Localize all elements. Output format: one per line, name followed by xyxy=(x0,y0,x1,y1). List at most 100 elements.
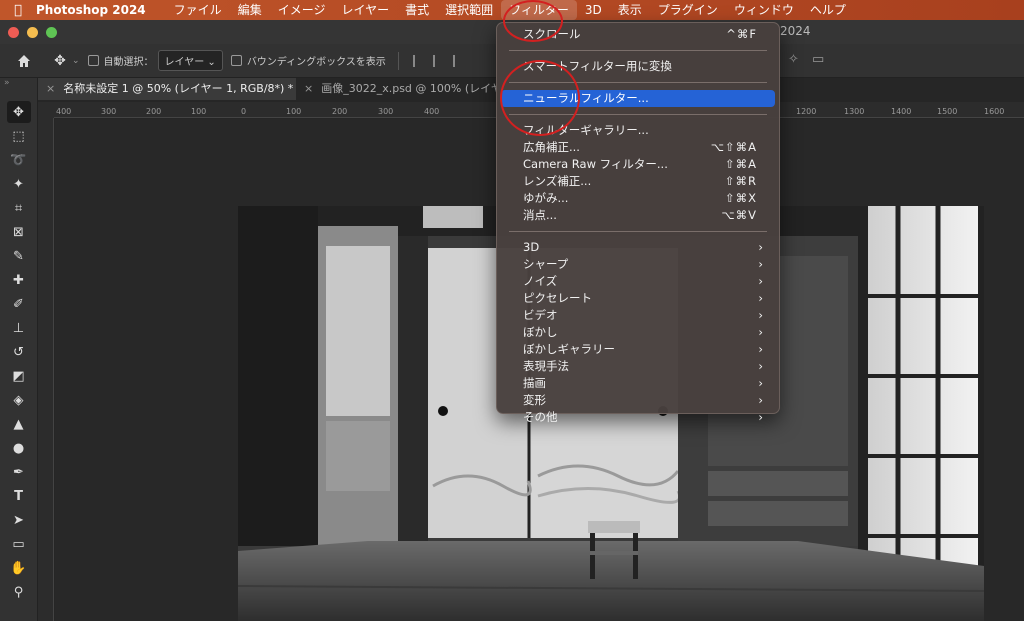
submenu-label: ぼかしギャラリー xyxy=(523,342,615,356)
bounding-box-label: バウンディングボックスを表示 xyxy=(246,57,386,68)
submenu-render[interactable]: 描画 › xyxy=(501,375,775,392)
layer-dropdown-value: レイヤー xyxy=(164,57,205,68)
crop-tool-icon[interactable]: ⌗ xyxy=(7,197,31,219)
align-right-icon[interactable] xyxy=(452,54,461,67)
hand-tool-icon[interactable]: ✋ xyxy=(7,557,31,579)
submenu-sharpen[interactable]: シャープ › xyxy=(501,256,775,273)
menu-type[interactable]: 書式 xyxy=(397,0,437,20)
move-tool-icon[interactable]: ✥ xyxy=(6,101,31,123)
menu-item-camera-raw[interactable]: Camera Raw フィルター... ⇧⌘A xyxy=(501,156,775,173)
ruler-tick: 1200 xyxy=(796,107,817,116)
auto-select-checkbox[interactable] xyxy=(87,55,99,66)
align-center-icon[interactable] xyxy=(432,54,441,67)
submenu-3d[interactable]: 3D › xyxy=(501,239,775,256)
blur-tool-icon[interactable]: ▲ xyxy=(7,413,31,435)
history-brush-tool-icon[interactable]: ↺ xyxy=(7,341,31,363)
dodge-tool-icon[interactable]: ● xyxy=(7,437,31,459)
tab-document-1[interactable]: × 名称未設定 1 @ 50% (レイヤー 1, RGB/8*) * xyxy=(38,78,296,100)
chevron-right-icon: › xyxy=(758,257,763,271)
submenu-other[interactable]: その他 › xyxy=(501,409,775,426)
close-tab-icon[interactable]: × xyxy=(46,82,55,95)
paint-bucket-tool-icon[interactable]: ◈ xyxy=(7,389,31,411)
menu-plugins[interactable]: プラグイン xyxy=(650,0,726,20)
zoom-window-button[interactable] xyxy=(46,27,57,38)
bounding-box-checkbox[interactable] xyxy=(230,55,242,66)
ruler-corner xyxy=(38,102,54,118)
submenu-distort[interactable]: 変形 › xyxy=(501,392,775,409)
menu-item-shortcut: ^⌘F xyxy=(726,27,757,41)
menu-select[interactable]: 選択範囲 xyxy=(437,0,501,20)
frame-tool-icon[interactable]: ⊠ xyxy=(7,221,31,243)
menu-3d[interactable]: 3D xyxy=(577,0,610,20)
submenu-blur-gallery[interactable]: ぼかしギャラリー › xyxy=(501,341,775,358)
menu-item-shortcut: ⌥⇧⌘A xyxy=(710,140,757,154)
rectangle-tool-icon[interactable]: ▭ xyxy=(7,533,31,555)
close-window-button[interactable] xyxy=(8,27,19,38)
ruler-tick: 300 xyxy=(101,107,117,116)
menu-window[interactable]: ウィンドウ xyxy=(726,0,802,20)
submenu-label: 表現手法 xyxy=(523,359,569,373)
submenu-label: ぼかし xyxy=(523,325,558,339)
submenu-pixelate[interactable]: ピクセレート › xyxy=(501,290,775,307)
tab-document-2[interactable]: × 画像_3022_x.psd @ 100% (レイヤー xyxy=(296,78,496,100)
menu-item-label: 広角補正... xyxy=(523,140,580,154)
move-tool-preset-icon[interactable]: ✥ xyxy=(48,49,72,73)
submenu-label: ビデオ xyxy=(523,308,558,322)
type-tool-icon[interactable]: T xyxy=(7,485,31,507)
menu-separator xyxy=(509,231,767,232)
stamp-tool-icon[interactable]: ⊥ xyxy=(7,317,31,339)
healing-brush-tool-icon[interactable]: ✚ xyxy=(7,269,31,291)
menu-item-vanishing-point[interactable]: 消点... ⌥⌘V xyxy=(501,207,775,224)
menu-item-shortcut: ⇧⌘A xyxy=(724,157,757,171)
menu-item-liquify[interactable]: ゆがみ... ⇧⌘X xyxy=(501,190,775,207)
layer-dropdown[interactable]: レイヤー ⌄ xyxy=(157,50,223,71)
submenu-stylize[interactable]: 表現手法 › xyxy=(501,358,775,375)
app-name-menu[interactable]: Photoshop 2024 xyxy=(36,3,146,17)
eyedropper-tool-icon[interactable]: ✎ xyxy=(7,245,31,267)
submenu-label: ピクセレート xyxy=(523,291,592,305)
menu-view[interactable]: 表示 xyxy=(610,0,650,20)
submenu-noise[interactable]: ノイズ › xyxy=(501,273,775,290)
annotation-circle-filter-menu xyxy=(503,0,563,42)
menu-edit[interactable]: 編集 xyxy=(230,0,270,20)
3d-orbit-icon[interactable]: ✧ xyxy=(788,52,799,67)
apple-menu-icon[interactable]:  xyxy=(0,3,36,18)
chevron-down-icon[interactable]: ⌄ xyxy=(72,56,80,66)
ruler-tick: 300 xyxy=(378,107,394,116)
menu-item-label: Camera Raw フィルター... xyxy=(523,157,668,171)
3d-camera-icon[interactable]: ▭ xyxy=(812,52,824,67)
tab-label: 名称未設定 1 @ 50% (レイヤー 1, RGB/8*) * xyxy=(63,82,294,95)
ruler-tick: 200 xyxy=(146,107,162,116)
menu-file[interactable]: ファイル xyxy=(166,0,230,20)
zoom-tool-icon[interactable]: ⚲ xyxy=(7,581,31,603)
submenu-video[interactable]: ビデオ › xyxy=(501,307,775,324)
pen-tool-icon[interactable]: ✒ xyxy=(7,461,31,483)
align-left-icon[interactable] xyxy=(412,54,421,67)
menu-item-shortcut: ⌥⌘V xyxy=(721,208,757,222)
menu-item-lens-correction[interactable]: レンズ補正... ⇧⌘R xyxy=(501,173,775,190)
menu-separator xyxy=(509,50,767,51)
submenu-label: 3D xyxy=(523,240,540,254)
menu-item-adaptive-wide-angle[interactable]: 広角補正... ⌥⇧⌘A xyxy=(501,139,775,156)
divider xyxy=(397,51,399,70)
close-tab-icon[interactable]: × xyxy=(304,82,313,95)
marquee-tool-icon[interactable]: ⬚ xyxy=(7,125,31,147)
chevron-right-icon: › xyxy=(758,393,763,407)
menu-layer[interactable]: レイヤー xyxy=(333,0,397,20)
submenu-label: シャープ xyxy=(523,257,569,271)
panel-collapse-icon[interactable]: » xyxy=(0,78,37,100)
lasso-tool-icon[interactable]: ➰ xyxy=(7,149,31,171)
submenu-label: その他 xyxy=(523,410,558,424)
submenu-blur[interactable]: ぼかし › xyxy=(501,324,775,341)
menu-help[interactable]: ヘルプ xyxy=(802,0,854,20)
home-icon[interactable] xyxy=(12,49,36,73)
path-selection-tool-icon[interactable]: ➤ xyxy=(7,509,31,531)
minimize-window-button[interactable] xyxy=(27,27,38,38)
chevron-right-icon: › xyxy=(758,410,763,424)
magic-wand-tool-icon[interactable]: ✦ xyxy=(7,173,31,195)
brush-tool-icon[interactable]: ✐ xyxy=(7,293,31,315)
chevron-right-icon: › xyxy=(758,291,763,305)
menu-image[interactable]: イメージ xyxy=(270,0,334,20)
tools-panel: » ✥ ⬚ ➰ ✦ ⌗ ⊠ ✎ ✚ ✐ ⊥ ↺ ◩ ◈ ▲ ● ✒ T ➤ ▭ … xyxy=(0,78,38,621)
eraser-tool-icon[interactable]: ◩ xyxy=(7,365,31,387)
